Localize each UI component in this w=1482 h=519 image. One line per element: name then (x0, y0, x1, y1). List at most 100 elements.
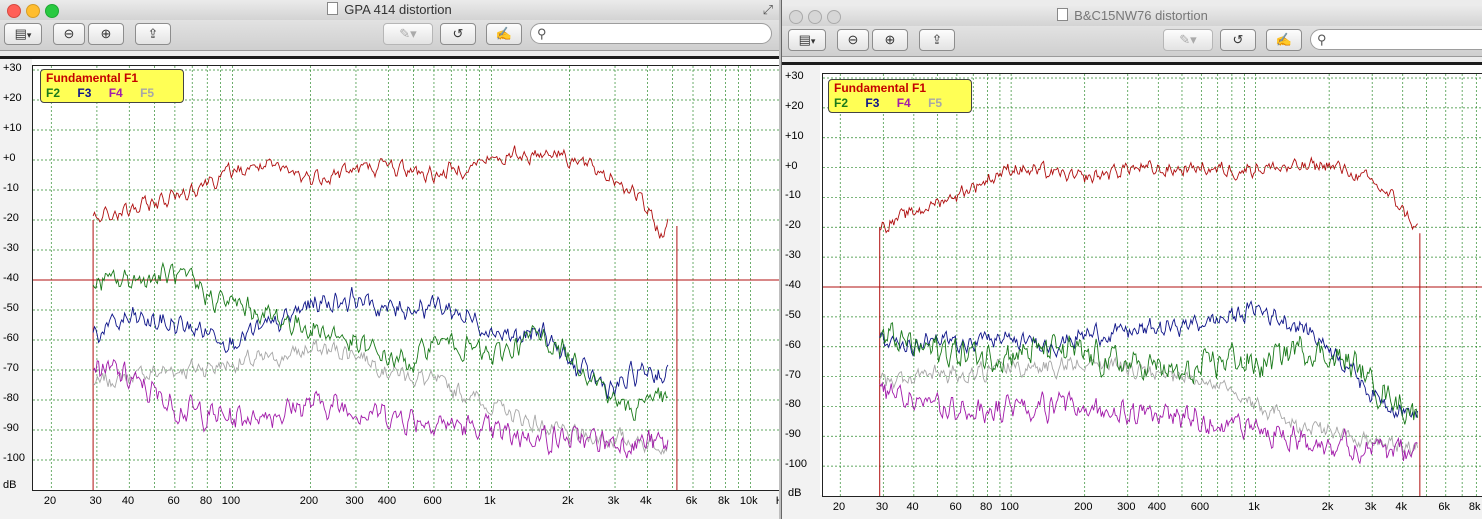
search-input[interactable]: ⚲ (530, 23, 772, 44)
y-tick-label: -60 (3, 332, 19, 344)
annotate-pen-button[interactable]: ✎▾ (383, 23, 433, 45)
search-input[interactable]: ⚲ (1310, 29, 1482, 50)
series-line-f2 (92, 261, 669, 421)
rotate-button[interactable]: ↺ (440, 23, 476, 45)
y-tick-label: -40 (785, 279, 801, 291)
y-tick-label: -50 (3, 302, 19, 314)
window-title-wrap: B&C15NW76 distortion (782, 8, 1482, 23)
y-tick-label: -20 (3, 212, 19, 224)
y-tick-label: +10 (785, 129, 804, 142)
chart-svg (33, 66, 779, 490)
plot-area (32, 65, 779, 491)
x-tick-label: 1k (484, 495, 496, 507)
y-unit-label: dB (3, 479, 17, 491)
legend: Fundamental F1 F2 F3 F4 F5 (828, 79, 972, 113)
toolbar: ▤▾ ⊖ ⊕ ⇪ ✎▾ ↺ ✍ ⚲ (782, 26, 1482, 57)
x-tick-label: 20 (43, 495, 57, 507)
search-icon: ⚲ (537, 26, 547, 41)
zoom-out-button[interactable]: ⊖ (53, 23, 85, 45)
x-tick-label: 30 (89, 495, 102, 507)
x-tick-label: 80 (199, 495, 213, 507)
sidebar-icon: ▤ (798, 32, 811, 47)
rotate-icon: ↺ (1232, 32, 1244, 47)
chart-area: +30 +20 +10 +0 -10 -20 -30 -40 -50 -60 -70 -80 -90 -1… (782, 62, 1482, 519)
window-title: B&C15NW76 distortion (1074, 8, 1208, 23)
legend-f2: F2 (46, 86, 61, 100)
series-line-f4 (879, 381, 1418, 465)
legend: Fundamental F1 F2 F3 F4 F5 (40, 69, 184, 103)
y-tick-label: -20 (785, 219, 801, 232)
x-tick-label: H (776, 495, 779, 507)
x-tick-label: 1k (1248, 501, 1260, 513)
x-tick-label: 8k (717, 495, 730, 507)
zoom-in-button[interactable]: ⊕ (872, 29, 908, 51)
share-button[interactable]: ⇪ (919, 29, 955, 51)
legend-f3: F3 (77, 86, 92, 100)
y-tick-label: -30 (785, 249, 801, 262)
document-icon (1057, 8, 1069, 21)
y-tick-label: -100 (785, 458, 808, 471)
title-bar[interactable]: GPA 414 distortion ⤢ (0, 0, 779, 20)
chevron-down-icon: ▾ (26, 30, 32, 40)
view-mode-button[interactable]: ▤▾ (4, 23, 42, 45)
legend-f4: F4 (108, 86, 123, 100)
y-tick-label: -40 (3, 272, 19, 284)
x-tick-label: 2k (562, 495, 574, 507)
series-line-f5 (879, 356, 1419, 456)
pen-icon: ✎▾ (399, 26, 417, 41)
x-tick-label: 40 (121, 495, 135, 507)
zoom-out-button[interactable]: ⊖ (837, 29, 869, 51)
zoom-in-button[interactable]: ⊕ (88, 23, 124, 45)
x-tick-label: 600 (423, 495, 442, 507)
chart-area: +30 +20 +10 +0 -10 -20 -30 -40 -50 -60 -70 -80 -90 -1… (0, 56, 779, 519)
y-tick-label: -60 (785, 338, 801, 351)
title-bar[interactable]: B&C15NW76 distortion (782, 6, 1482, 26)
x-tick-label: 3k (607, 495, 620, 507)
x-tick-label: 30 (875, 501, 889, 513)
series-line-fundamental-f1 (879, 156, 1418, 234)
x-tick-label: 2k (1321, 501, 1334, 513)
legend-f4: F4 (896, 96, 911, 110)
view-mode-button[interactable]: ▤▾ (788, 29, 826, 51)
rotate-icon: ↺ (452, 26, 464, 41)
edit-button[interactable]: ✍ (1266, 29, 1302, 51)
chart-svg (823, 74, 1482, 496)
search-icon: ⚲ (1317, 32, 1327, 47)
y-tick-label: +10 (3, 122, 22, 134)
legend-items: F2 F3 F4 F5 (46, 86, 178, 101)
x-tick-label: 200 (299, 495, 319, 507)
rotate-button[interactable]: ↺ (1220, 29, 1256, 51)
y-tick-label: +30 (785, 70, 804, 82)
series-line-fundamental-f1 (92, 145, 669, 239)
series-line-f3 (92, 287, 669, 400)
y-tick-label: -80 (3, 392, 19, 404)
y-tick-label: -10 (3, 182, 19, 194)
pen-icon: ✎▾ (1179, 32, 1197, 47)
plot-area (822, 73, 1482, 497)
legend-f2: F2 (834, 96, 849, 110)
x-tick-label: 40 (906, 501, 919, 513)
zoom-in-icon: ⊕ (100, 26, 112, 41)
x-tick-label: 400 (377, 495, 397, 507)
y-tick-label: -30 (3, 242, 19, 254)
y-tick-label: -70 (785, 368, 801, 381)
zoom-out-icon: ⊖ (847, 32, 859, 47)
share-icon: ⇪ (147, 26, 159, 41)
legend-title: Fundamental F1 (834, 81, 927, 95)
annotate-pen-button[interactable]: ✎▾ (1163, 29, 1213, 51)
x-tick-label: 200 (1074, 501, 1093, 513)
legend-f5: F5 (928, 96, 943, 110)
y-tick-label: -100 (3, 452, 26, 464)
toolbar: ▤▾ ⊖ ⊕ ⇪ ✎▾ ↺ ✍ ⚲ (0, 20, 779, 51)
x-tick-label: 20 (832, 501, 846, 513)
chevron-down-icon: ▾ (810, 36, 816, 46)
x-tick-label: 3k (1364, 501, 1377, 513)
share-button[interactable]: ⇪ (135, 23, 171, 45)
fullscreen-icon[interactable]: ⤢ (763, 2, 773, 18)
edit-button[interactable]: ✍ (486, 23, 522, 45)
x-tick-label: 600 (1190, 501, 1210, 513)
x-tick-label: 300 (345, 495, 364, 507)
x-tick-label: 6k (1438, 501, 1450, 513)
x-tick-label: 60 (167, 495, 180, 507)
edit-icon: ✍ (495, 26, 513, 41)
